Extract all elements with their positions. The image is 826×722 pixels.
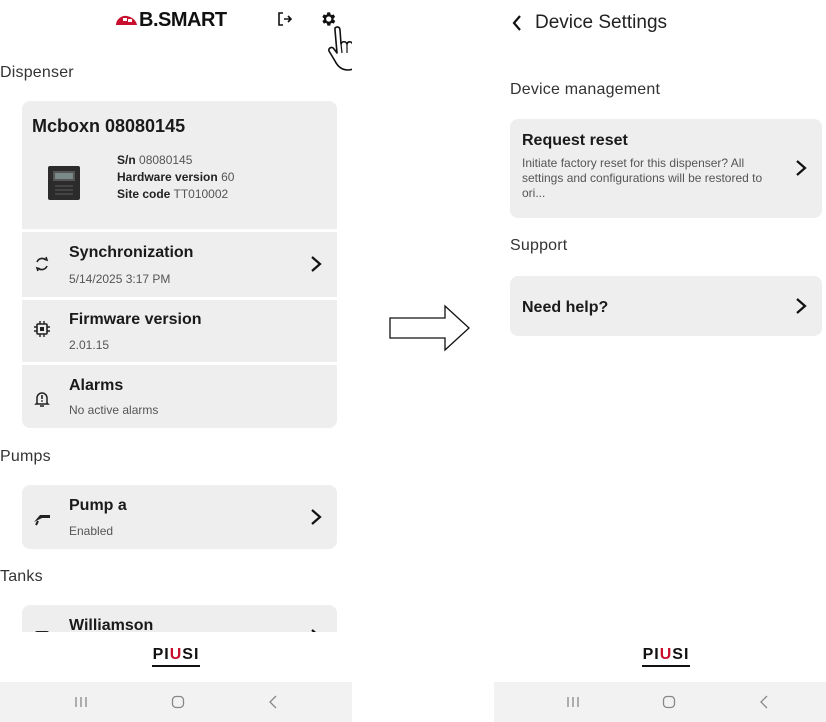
need-help-card[interactable]: Need help?	[510, 276, 822, 336]
page-title: Device Settings	[535, 12, 668, 33]
device-info-card: Mcboxn 08080145 S/n 08080145 Hardware ve…	[22, 101, 337, 229]
home-icon	[662, 695, 676, 709]
alarms-title: Alarms	[69, 377, 124, 394]
piusi-logo: PIUSI	[642, 646, 690, 667]
pump-row[interactable]: Pump a Enabled	[22, 485, 337, 549]
device-settings-screen: Device Settings Device management Reques…	[494, 0, 826, 722]
dispenser-screen: B.SMART Dispenser Mcboxn 08080145 S/n 08…	[0, 0, 352, 722]
tank-icon	[35, 631, 49, 632]
chevron-right-icon	[311, 629, 316, 632]
piusi-logo-text: PIUSI	[643, 646, 690, 664]
hardware-value: 60	[221, 170, 235, 184]
piusi-logo-part: U	[659, 646, 673, 663]
chevron-left-icon[interactable]	[511, 14, 523, 32]
tank-list-viewport: Williamson	[0, 605, 352, 632]
help-title: Need help?	[522, 299, 609, 316]
site-value: TT010002	[173, 187, 229, 201]
android-navbar	[494, 682, 826, 722]
serial-number: S/n 08080145	[117, 153, 192, 167]
bell-alert-icon	[34, 392, 50, 407]
alarms-status: No active alarms	[69, 403, 159, 417]
serial-label: S/n	[117, 153, 136, 167]
recent-apps-button[interactable]	[563, 692, 583, 712]
piusi-logo-part: SI	[672, 646, 690, 663]
piusi-logo-underline	[642, 665, 690, 667]
firmware-row: Firmware version 2.01.15	[22, 300, 337, 362]
home-button[interactable]	[168, 692, 188, 712]
alarms-row: Alarms No active alarms	[22, 365, 337, 428]
reset-description: Initiate factory reset for this dispense…	[522, 156, 763, 200]
logout-icon	[278, 12, 293, 26]
hardware-label: Hardware version	[117, 170, 218, 184]
logout-button[interactable]	[274, 8, 296, 30]
back-nav-icon	[269, 695, 277, 709]
arrow-right-icon	[389, 304, 470, 352]
section-pumps: Pumps	[0, 448, 51, 465]
chevron-right-icon	[796, 298, 807, 314]
hardware-version: Hardware version 60	[117, 170, 234, 184]
piusi-logo-text: PIUSI	[153, 646, 200, 664]
chip-icon	[34, 321, 50, 337]
section-support: Support	[510, 237, 568, 254]
bsmart-logo: B.SMART	[114, 9, 227, 31]
back-nav-button[interactable]	[754, 692, 774, 712]
header-bar: Device Settings	[511, 12, 667, 34]
dispenser-device-image	[48, 166, 80, 200]
firmware-title: Firmware version	[69, 311, 202, 328]
request-reset-card[interactable]: Request reset Initiate factory reset for…	[510, 119, 822, 218]
site-code: Site code TT010002	[117, 187, 228, 201]
device-name: Mcboxn 08080145	[32, 116, 186, 136]
home-button[interactable]	[659, 692, 679, 712]
recent-apps-icon	[567, 697, 579, 707]
reset-title: Request reset	[522, 132, 628, 149]
back-nav-icon	[760, 695, 768, 709]
sync-row[interactable]: Synchronization 5/14/2025 3:17 PM	[22, 232, 337, 297]
home-icon	[171, 695, 185, 709]
tank-row[interactable]: Williamson	[22, 605, 337, 632]
piusi-logo-underline	[152, 665, 200, 667]
pump-status: Enabled	[69, 524, 114, 538]
piusi-logo: PIUSI	[152, 646, 200, 667]
sync-title: Synchronization	[69, 244, 194, 261]
back-nav-button[interactable]	[263, 692, 283, 712]
section-device-management: Device management	[510, 81, 661, 98]
section-tanks: Tanks	[0, 568, 43, 585]
serial-value: 08080145	[139, 153, 193, 167]
bsmart-logo-text: B.SMART	[139, 8, 227, 31]
android-navbar	[0, 682, 352, 722]
piusi-logo-part: U	[169, 646, 183, 663]
section-dispenser: Dispenser	[0, 64, 74, 81]
piusi-logo-part: PI	[642, 646, 660, 663]
firmware-version-value: 2.01.15	[69, 338, 110, 352]
chevron-right-icon	[311, 256, 322, 272]
site-label: Site code	[117, 187, 171, 201]
recent-apps-button[interactable]	[71, 692, 91, 712]
recent-apps-icon	[75, 697, 87, 707]
chevron-right-icon	[796, 160, 807, 176]
chevron-right-icon	[311, 509, 322, 525]
piusi-logo-part: PI	[152, 646, 170, 663]
fuel-nozzle-icon	[34, 515, 50, 526]
bsmart-logo-mark	[116, 15, 137, 25]
piusi-logo-part: SI	[182, 646, 200, 663]
pointing-hand-icon	[328, 26, 352, 71]
sync-icon	[35, 256, 49, 272]
pump-title: Pump a	[69, 497, 127, 514]
tank-title: Williamson	[69, 617, 154, 632]
sync-date: 5/14/2025 3:17 PM	[69, 272, 171, 286]
